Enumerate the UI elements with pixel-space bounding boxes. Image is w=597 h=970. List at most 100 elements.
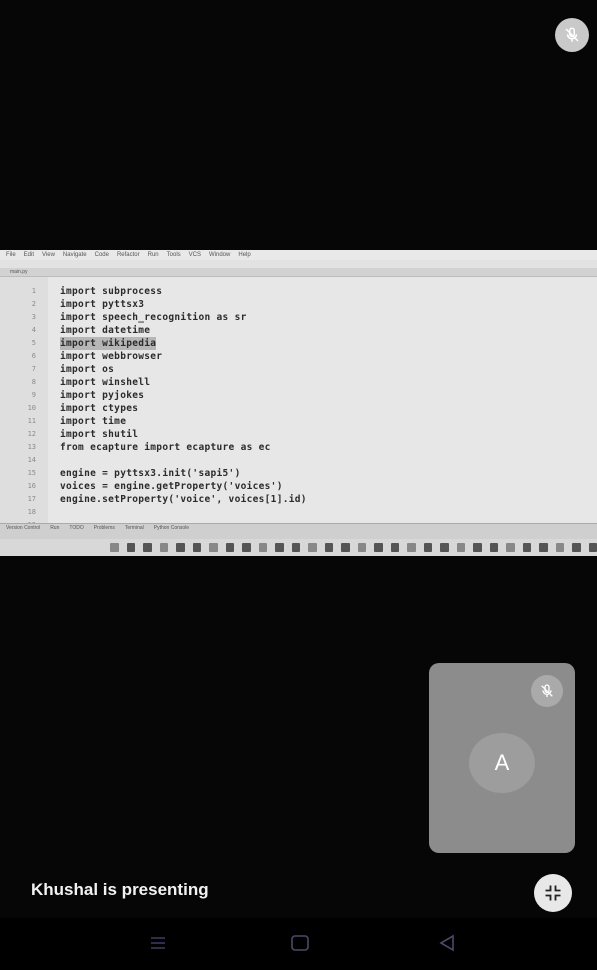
line-number: 2 [31, 300, 36, 308]
line-number: 12 [27, 430, 36, 438]
taskbar-app-icon [506, 543, 515, 552]
code-text: import ctypes [60, 403, 139, 414]
video-call-stage: File Edit View Navigate Code Refactor Run Tools… [0, 0, 597, 970]
mic-off-icon[interactable] [555, 18, 589, 52]
mic-off-glyph [541, 684, 553, 697]
line-number: 8 [31, 378, 36, 386]
home-button[interactable] [285, 930, 315, 956]
code-text: import shutil [60, 429, 139, 440]
ide-bottom-tab[interactable]: TODO [69, 525, 83, 531]
code-text: import winshell [60, 377, 151, 388]
taskbar-app-icon [390, 543, 399, 552]
taskbar-app-icon [159, 543, 168, 552]
code-line: 8 import winshell [0, 376, 597, 389]
code-line: 17 engine.setProperty('voice', voices[1].… [0, 493, 597, 506]
code-line: 13 from ecapture import ecapture as ec [0, 441, 597, 454]
ide-menu-item[interactable]: VCS [189, 252, 201, 258]
taskbar-app-icon [242, 543, 251, 552]
line-number: 14 [27, 456, 36, 464]
code-text: voices = engine.getProperty('voices') [60, 481, 283, 492]
code-line: 4 import datetime [0, 324, 597, 337]
code-line: 18 [0, 506, 597, 519]
line-number: 7 [31, 365, 36, 373]
taskbar-app-icon [126, 543, 135, 552]
line-number: 1 [31, 287, 36, 295]
mic-off-glyph [565, 27, 579, 42]
ide-tab[interactable]: main.py [10, 269, 28, 275]
ide-menu-item[interactable]: Window [209, 252, 230, 258]
back-button[interactable] [432, 930, 462, 956]
taskbar-app-icon [341, 543, 350, 552]
line-number: 13 [27, 443, 36, 451]
taskbar-app-icon [456, 543, 465, 552]
taskbar-app-icon [192, 543, 201, 552]
ide-bottom-tab[interactable]: Problems [94, 525, 115, 531]
code-line: 11 import time [0, 415, 597, 428]
taskbar-app-icon [176, 543, 185, 552]
ide-menu-item[interactable]: Run [148, 252, 159, 258]
code-line: 14 [0, 454, 597, 467]
ide-menu-item[interactable]: Tools [167, 252, 181, 258]
line-number: 11 [27, 417, 36, 425]
taskbar-app-icon [110, 543, 119, 552]
ide-bottom-tab[interactable]: Terminal [125, 525, 144, 531]
ide-bottom-tabs: Version Control Run TODO Problems Terminal Py… [0, 523, 597, 540]
ide-menu-item[interactable]: File [6, 252, 16, 258]
code-line: 10 import ctypes [0, 402, 597, 415]
taskbar-app-icon [423, 543, 432, 552]
self-video-tile[interactable]: A [429, 663, 575, 853]
line-number: 15 [27, 469, 36, 477]
ide-bottom-tab[interactable]: Run [50, 525, 59, 531]
taskbar-app-icon [143, 543, 152, 552]
code-text: import wikipedia [60, 337, 157, 350]
taskbar-app-icon [308, 543, 317, 552]
ide-bottom-tab[interactable]: Python Console [154, 525, 189, 531]
taskbar-app-icon [275, 543, 284, 552]
taskbar-app-icon [374, 543, 383, 552]
ide-tabs: main.py [0, 268, 597, 277]
code-text: import speech_recognition as sr [60, 312, 247, 323]
ide-menu-item[interactable]: Refactor [117, 252, 140, 258]
ide-menubar: File Edit View Navigate Code Refactor Run Tools… [0, 250, 597, 260]
line-number: 16 [27, 482, 36, 490]
code-line: 15 engine = pyttsx3.init('sapi5') [0, 467, 597, 480]
avatar: A [469, 733, 535, 793]
android-navbar [0, 918, 597, 970]
ide-menu-item[interactable]: Help [238, 252, 250, 258]
taskbar-app-icon [473, 543, 482, 552]
taskbar-app-icon [324, 543, 333, 552]
code-line: 5 import wikipedia [0, 337, 597, 350]
line-number: 17 [27, 495, 36, 503]
exit-fullscreen-icon [545, 885, 561, 901]
home-icon [291, 935, 309, 951]
line-number: 18 [27, 508, 36, 516]
taskbar-app-icon [291, 543, 300, 552]
taskbar-app-icon [489, 543, 498, 552]
ide-menu-item[interactable]: Code [95, 252, 109, 258]
line-number: 3 [31, 313, 36, 321]
code-line: 2 import pyttsx3 [0, 298, 597, 311]
ide-menu-item[interactable]: View [42, 252, 55, 258]
code-text: import subprocess [60, 286, 163, 297]
ide-bottom-tab[interactable]: Version Control [6, 525, 40, 531]
recent-apps-button[interactable] [143, 930, 173, 956]
code-line: 16 voices = engine.getProperty('voices') [0, 480, 597, 493]
code-text: import os [60, 364, 115, 375]
code-line: 7 import os [0, 363, 597, 376]
recent-apps-icon [151, 937, 165, 949]
ide-menu-item[interactable]: Edit [24, 252, 34, 258]
exit-fullscreen-button[interactable] [534, 874, 572, 912]
ide-toolbar [0, 260, 597, 268]
code-text: from ecapture import ecapture as ec [60, 442, 271, 453]
code-line: 1 import subprocess [0, 285, 597, 298]
taskbar-app-icon [522, 543, 531, 552]
line-number: 5 [31, 339, 36, 347]
code-text: import pyttsx3 [60, 299, 145, 310]
code-text: engine.setProperty('voice', voices[1].id… [60, 494, 307, 505]
line-number: 4 [31, 326, 36, 334]
mic-off-icon [531, 675, 563, 707]
back-icon [439, 934, 454, 952]
taskbar-app-icon [357, 543, 366, 552]
ide-menu-item[interactable]: Navigate [63, 252, 87, 258]
code-line: 6 import webbrowser [0, 350, 597, 363]
